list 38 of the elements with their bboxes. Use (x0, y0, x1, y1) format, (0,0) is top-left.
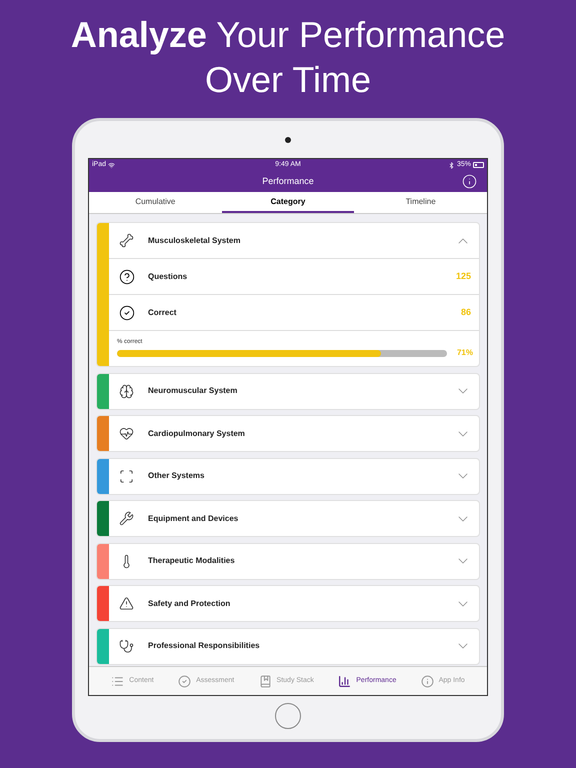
warning-icon (119, 596, 134, 611)
headline: Analyze Your Performance (70, 13, 506, 57)
nav-title: Performance (262, 174, 314, 188)
question-icon (119, 268, 135, 284)
segment-tab[interactable]: Cumulative (89, 192, 222, 213)
stat-label: Correct (148, 306, 178, 318)
category-header[interactable]: Musculoskeletal System (109, 223, 479, 258)
battery-icon (473, 162, 484, 168)
info-button[interactable] (462, 174, 477, 189)
category-header[interactable]: Professional Responsibilities (109, 628, 479, 664)
camera-icon (285, 137, 291, 143)
headline: Over Time (204, 58, 372, 102)
category-header[interactable]: Other Systems (109, 458, 479, 494)
stat-label: Questions (148, 270, 188, 282)
stethoscope-icon (119, 638, 134, 654)
segment-tab[interactable]: Timeline (354, 192, 488, 213)
category-header[interactable]: Neuromuscular System (109, 374, 479, 408)
category-header[interactable]: Equipment and Devices (109, 501, 479, 536)
bone-icon (119, 233, 134, 248)
check-icon (119, 304, 135, 320)
check-circle-icon (178, 674, 192, 688)
home-button[interactable] (275, 703, 301, 729)
bluetooth-icon (448, 162, 455, 168)
category-header[interactable]: Therapeutic Modalities (109, 544, 479, 578)
scan-icon (119, 468, 134, 484)
stat-value: 125 (456, 270, 471, 283)
progress-reading: 71% (456, 347, 473, 359)
segment-tab[interactable]: Category (222, 192, 354, 213)
brain-icon (119, 384, 134, 398)
bar-chart-icon (338, 674, 352, 688)
wifi-icon (108, 162, 116, 168)
info-icon (420, 674, 434, 688)
heart-icon (119, 426, 134, 441)
category-header[interactable]: Cardiopulmonary System (109, 416, 479, 451)
category-header[interactable]: Safety and Protection (109, 586, 479, 621)
book-icon (258, 674, 272, 688)
stat-value: 86 (460, 306, 471, 319)
wrench-icon (119, 511, 134, 526)
